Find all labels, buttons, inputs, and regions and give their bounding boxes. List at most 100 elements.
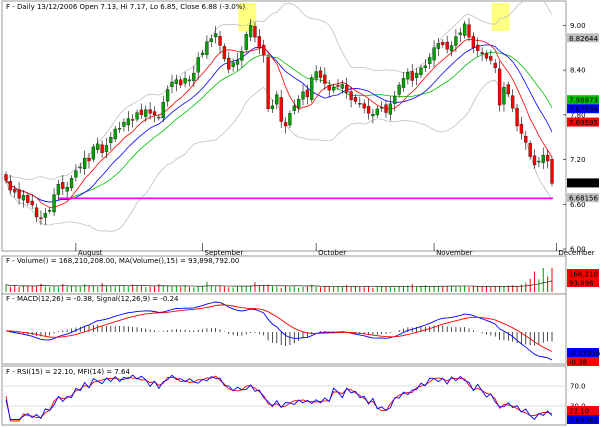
candle-body: [253, 26, 257, 38]
price-value-tag-text: 7.87534: [569, 106, 598, 114]
candle-body: [131, 119, 135, 121]
candle-body: [476, 44, 480, 51]
candle-body: [235, 60, 240, 65]
candle-body: [515, 107, 519, 127]
candle-body: [39, 217, 43, 219]
candle-body: [410, 71, 414, 81]
candle-body: [82, 157, 87, 169]
candle-body: [279, 97, 283, 122]
candle-body: [288, 113, 292, 126]
candle-body: [227, 57, 231, 70]
macd-header: F - MACD(12,26) = -0.38, Signal(12,26,9)…: [6, 295, 179, 303]
candle-body: [196, 57, 200, 73]
candle-body: [506, 84, 510, 95]
candle-body: [113, 128, 117, 140]
candle-body: [301, 91, 305, 100]
rsi-header: F - RSI(15) = 22.10, MFI(14) = 7.64: [6, 368, 130, 376]
candle-body: [122, 122, 126, 127]
candle-body: [545, 154, 550, 162]
candle-body: [493, 62, 497, 69]
candle-body: [209, 38, 213, 42]
candle-body: [467, 24, 471, 38]
candle-body: [323, 74, 327, 84]
candle-body: [331, 87, 336, 91]
month-label: October: [318, 249, 346, 257]
month-label: November: [436, 249, 473, 257]
candle-body: [183, 78, 187, 84]
candle-body: [231, 62, 235, 67]
candle-body: [262, 44, 266, 56]
candle-body: [157, 116, 161, 119]
candle-body: [502, 87, 506, 105]
candle-body: [519, 124, 524, 134]
candle-body: [458, 32, 462, 35]
candle-body: [297, 99, 301, 108]
candle-body: [139, 109, 144, 115]
candle-body: [480, 52, 484, 54]
candle-body: [541, 154, 545, 163]
candle-body: [449, 45, 454, 52]
price-value-tag-text: 6.88: [569, 180, 585, 188]
candle-body: [366, 106, 371, 114]
candle-body: [550, 159, 554, 184]
candle-body: [200, 52, 205, 55]
candle-body: [135, 112, 139, 120]
candle-body: [148, 109, 152, 114]
candle-body: [406, 72, 410, 80]
candle-body: [340, 84, 344, 89]
candle-body: [537, 160, 541, 163]
candle-body: [205, 41, 209, 55]
price-tick-label: 7.20: [570, 156, 586, 164]
candle-body: [240, 51, 244, 61]
rsi-value-tag-text: 22.10: [569, 408, 589, 416]
candle-body: [257, 36, 261, 48]
candle-body: [314, 71, 318, 79]
peak-highlight: [491, 3, 510, 31]
candle-body: [384, 104, 388, 113]
candle-body: [34, 207, 39, 218]
candle-body: [393, 96, 397, 104]
candle-body: [65, 186, 69, 192]
candle-body: [362, 103, 366, 109]
price-value-tag-text: 7.69595: [569, 119, 598, 127]
volume-value-tag-text: 93,898: [569, 280, 594, 288]
candle-body: [52, 194, 56, 213]
candle-body: [144, 109, 148, 117]
candle-body: [187, 79, 192, 82]
stock-chart-window: August September October November December 9.…: [0, 0, 600, 427]
price-tick-label: 9.00: [570, 22, 586, 30]
candle-body: [349, 91, 353, 101]
candle-body: [336, 85, 340, 87]
month-label: September: [205, 249, 244, 257]
candle-body: [170, 81, 174, 87]
candle-body: [117, 128, 122, 130]
candle-body: [397, 84, 401, 95]
candle-body: [345, 84, 349, 93]
candle-body: [511, 95, 515, 109]
candle-body: [375, 108, 379, 116]
rsi-tick-label: 70.0: [570, 383, 586, 391]
candle-body: [305, 89, 310, 98]
candle-body: [379, 107, 384, 109]
candle-body: [528, 143, 532, 157]
macd-panel: [1, 293, 567, 365]
candle-body: [524, 135, 528, 143]
candle-body: [218, 36, 222, 46]
candle-body: [532, 155, 537, 165]
candle-body: [152, 111, 157, 115]
volume-value-tag-text: 168,210: [569, 271, 598, 279]
candle-body: [292, 105, 296, 111]
candle-body: [104, 145, 109, 153]
price-tick-label: 8.40: [570, 67, 586, 75]
candle-body: [432, 47, 436, 61]
price-value-tag-text: 8.82644: [569, 35, 598, 43]
candle-body: [13, 189, 17, 193]
month-label: August: [78, 249, 103, 257]
price-tick-label: 6.00: [570, 246, 586, 254]
candle-body: [43, 213, 47, 218]
candle-body: [388, 103, 393, 115]
volume-header: F - Volume() = 168,210,208.00, MA(Volume…: [6, 257, 239, 265]
candle-body: [489, 56, 493, 61]
macd-value-tag-text: -0.23936: [569, 350, 600, 358]
candle-body: [283, 122, 288, 127]
